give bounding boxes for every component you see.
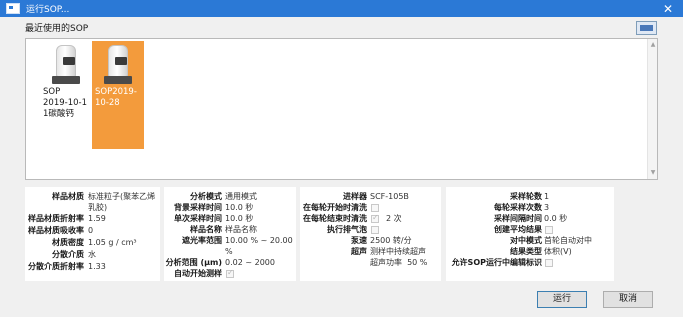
- view-mode-icon[interactable]: [636, 21, 657, 35]
- dispersant-ri-label: 分散介质折射率: [28, 262, 84, 271]
- dispersant-ri-value: 1.33: [88, 262, 106, 271]
- sop-item-label: SOP 2019-10-1 1碳酸钙: [43, 87, 87, 119]
- sop-item-label: SOP2019- 10-28: [95, 87, 137, 108]
- instrument-icon: [104, 45, 132, 85]
- sample-absorption-value: 0: [88, 226, 94, 235]
- clean-end-count: 2 次: [386, 214, 402, 223]
- sampler-value: SCF-105B: [370, 192, 409, 201]
- cancel-button[interactable]: 取消: [603, 291, 653, 308]
- sampler-label: 进样器: [343, 192, 367, 201]
- title-bar: 运行SOP... ✕: [0, 0, 683, 17]
- dispersant-label: 分散介质: [52, 250, 84, 259]
- sample-ri-value: 1.59: [88, 214, 106, 223]
- recent-sop-label: 最近使用的SOP: [25, 24, 89, 34]
- clean-end-label: 在每轮结束时清洗: [303, 214, 367, 223]
- sample-absorption-label: 样品材质吸收率: [28, 226, 84, 235]
- auto-start-label: 自动开始测样: [174, 269, 222, 278]
- sample-name-label: 样品名称: [190, 225, 222, 234]
- auto-start-checkbox[interactable]: [226, 268, 234, 278]
- app-icon: [6, 3, 20, 14]
- analysis-mode-value: 通用模式: [225, 192, 257, 201]
- pump-speed-value: 2500 转/分: [370, 236, 412, 245]
- recent-sop-list[interactable]: SOP 2019-10-1 1碳酸钙 SOP2019- 10-28 ▲ ▼: [25, 38, 658, 180]
- background-time-label: 背景采样时间: [174, 203, 222, 212]
- vertical-scrollbar[interactable]: ▲ ▼: [647, 39, 657, 179]
- samples-per-round-value: 3: [544, 203, 550, 212]
- average-result-checkbox[interactable]: [545, 226, 553, 234]
- allow-edit-label: 允许SOP运行中编辑标识: [451, 258, 542, 267]
- clean-end-checkbox[interactable]: [371, 213, 379, 223]
- single-time-value: 10.0 秒: [225, 214, 254, 223]
- single-time-label: 单次采样时间: [174, 214, 222, 223]
- samples-per-round-label: 每轮采样次数: [494, 203, 542, 212]
- rounds-value: 1: [544, 192, 550, 201]
- density-label: 材质密度: [52, 238, 84, 247]
- background-time-value: 10.0 秒: [225, 203, 254, 212]
- obscuration-value: 10.00 % ~ 20.00 %: [225, 236, 293, 256]
- ultrasound-value: 测样中持续超声 超声功率 50 %: [370, 247, 428, 267]
- sampler-panel: 进样器SCF-105B 在每轮开始时清洗 在每轮结束时清洗 2 次 执行排气泡 泵…: [300, 187, 441, 281]
- scroll-up-icon[interactable]: ▲: [649, 41, 657, 49]
- analysis-range-value: 0.02 ~ 2000: [225, 258, 275, 267]
- analysis-panel: 分析模式 通用模式 背景采样时间 10.0 秒 单次采样时间 10.0 秒 样品名称样…: [164, 187, 296, 281]
- instrument-icon: [52, 45, 80, 85]
- sample-material-value: 标准粒子(聚苯乙烯 乳胶): [88, 192, 156, 212]
- sample-material-label: 样品材质: [52, 192, 84, 201]
- result-type-value: 体积(V): [544, 247, 572, 256]
- degas-checkbox[interactable]: [371, 226, 379, 234]
- interval-label: 采样间隔时间: [494, 214, 542, 223]
- ultrasound-label: 超声: [351, 247, 367, 256]
- average-result-label: 创建平均结果: [494, 225, 542, 234]
- sample-ri-label: 样品材质折射率: [28, 214, 84, 223]
- close-icon[interactable]: ✕: [653, 0, 683, 17]
- centering-mode-value: 首轮自动对中: [544, 236, 592, 245]
- clean-start-checkbox[interactable]: [371, 204, 379, 212]
- dispersant-value: 水: [88, 250, 96, 259]
- sop-item-selected[interactable]: SOP2019- 10-28: [92, 41, 144, 149]
- degas-label: 执行排气泡: [327, 225, 367, 234]
- sop-item[interactable]: SOP 2019-10-1 1碳酸钙: [40, 41, 92, 149]
- rounds-label: 采样轮数: [510, 192, 542, 201]
- sample-name-value: 样品名称: [225, 225, 257, 234]
- sampling-panel: 采样轮数 1 每轮采样次数 3 采样间隔时间 0.0 秒 创建平均结果 对中模式 首轮自…: [446, 187, 614, 281]
- clean-start-label: 在每轮开始时清洗: [303, 203, 367, 212]
- window-title: 运行SOP...: [26, 5, 70, 15]
- centering-mode-label: 对中模式: [510, 236, 542, 245]
- allow-edit-checkbox[interactable]: [545, 259, 553, 267]
- pump-speed-label: 泵速: [351, 236, 367, 245]
- interval-value: 0.0 秒: [544, 214, 568, 223]
- analysis-mode-label: 分析模式: [190, 192, 222, 201]
- scroll-down-icon[interactable]: ▼: [649, 169, 657, 177]
- analysis-range-label: 分析范围 (µm): [165, 258, 222, 267]
- result-type-label: 结果类型: [510, 247, 542, 256]
- run-button[interactable]: 运行: [537, 291, 587, 308]
- density-value: 1.05 g / cm³: [88, 238, 137, 247]
- sample-material-panel: 样品材质 标准粒子(聚苯乙烯 乳胶) 样品材质折射率 1.59 样品材质吸收率 0 材…: [25, 187, 160, 281]
- obscuration-label: 遮光率范围: [182, 236, 222, 245]
